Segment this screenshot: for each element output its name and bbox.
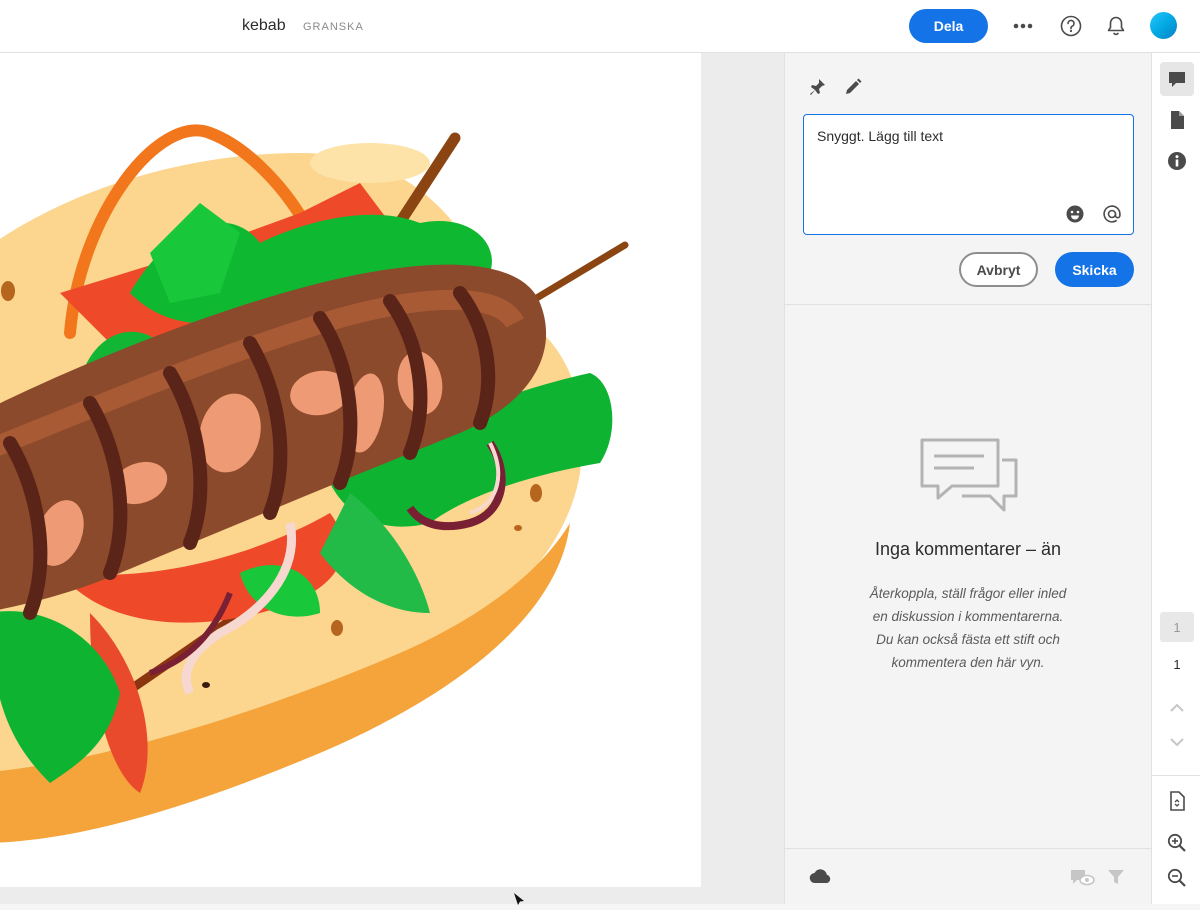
top-bar: kebab GRANSKA Dela (0, 0, 1200, 53)
cancel-button[interactable]: Avbryt (959, 252, 1038, 287)
current-page-field[interactable]: 1 (1160, 612, 1194, 642)
more-icon[interactable] (1010, 13, 1036, 39)
fit-page-icon[interactable] (1160, 784, 1194, 818)
user-avatar[interactable] (1150, 12, 1177, 39)
info-icon[interactable] (1160, 144, 1194, 178)
share-button[interactable]: Dela (909, 9, 988, 43)
comments-panel: Snyggt. Lägg till text Avbryt Skicka Ing… (784, 53, 1151, 904)
chevron-up-icon[interactable] (1160, 691, 1194, 725)
hide-comments-icon[interactable] (1069, 867, 1095, 892)
document-title: kebab (242, 17, 286, 34)
pencil-icon[interactable] (843, 77, 863, 102)
kebab-artwork (0, 124, 629, 843)
divider (785, 304, 1151, 305)
mode-label: GRANSKA (303, 21, 364, 33)
emoji-icon[interactable] (1064, 203, 1086, 225)
total-pages: 1 (1173, 657, 1181, 672)
artboard[interactable] (0, 53, 701, 887)
mention-icon[interactable] (1101, 203, 1123, 225)
comment-tools (807, 77, 863, 102)
chevron-down-icon[interactable] (1160, 725, 1194, 759)
document-icon[interactable] (1160, 103, 1194, 137)
empty-state-title: Inga kommentarer – än (874, 539, 1062, 559)
canvas-area (0, 53, 784, 904)
empty-comments-icon (918, 436, 1020, 521)
bell-icon[interactable] (1103, 13, 1129, 39)
comment-input[interactable]: Snyggt. Lägg till text (803, 114, 1134, 235)
cloud-icon (809, 867, 833, 890)
zoom-in-icon[interactable] (1160, 826, 1194, 860)
empty-state-description: Återkoppla, ställ frågor eller inled en … (869, 586, 1067, 670)
help-icon[interactable] (1058, 13, 1084, 39)
send-button[interactable]: Skicka (1055, 252, 1134, 287)
filter-icon[interactable] (1106, 867, 1126, 892)
comment-icon[interactable] (1160, 62, 1194, 96)
zoom-out-icon[interactable] (1160, 861, 1194, 895)
mouse-cursor-icon (512, 892, 526, 910)
pin-icon[interactable] (807, 77, 827, 102)
comment-input-text[interactable]: Snyggt. Lägg till text (817, 128, 943, 144)
right-rail: 1 1 (1151, 53, 1200, 904)
divider (1152, 775, 1200, 776)
divider (785, 848, 1151, 849)
